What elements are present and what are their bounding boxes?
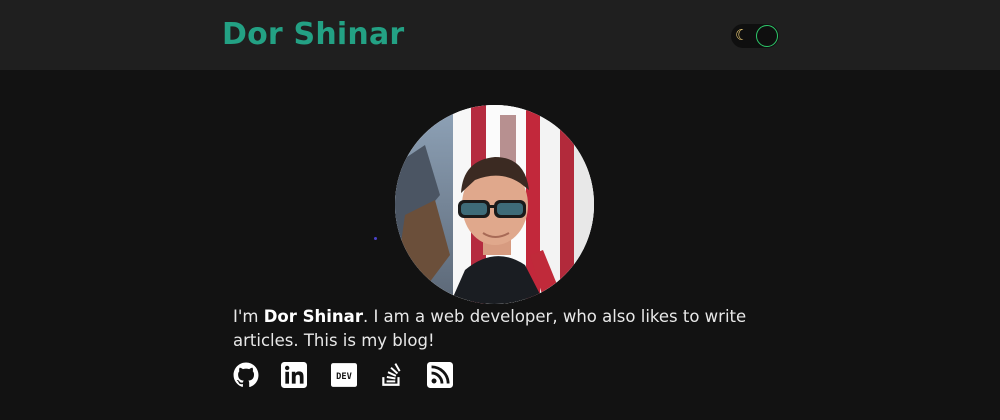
github-link[interactable] xyxy=(233,362,259,388)
site-title-link[interactable]: Dor Shinar xyxy=(222,17,404,52)
toggle-thumb xyxy=(756,25,778,47)
linkedin-link[interactable] xyxy=(281,362,307,388)
stackoverflow-icon xyxy=(382,363,401,386)
bio-prefix: I'm xyxy=(233,307,264,326)
stackoverflow-link[interactable] xyxy=(379,362,405,388)
theme-toggle[interactable]: ☾ xyxy=(731,24,779,48)
github-icon xyxy=(233,362,259,388)
moon-icon: ☾ xyxy=(735,27,749,44)
dev-icon: DEV xyxy=(331,363,357,387)
bio-name: Dor Shinar xyxy=(263,307,363,326)
decorative-dot xyxy=(374,237,377,240)
dev-icon-label: DEV xyxy=(336,372,352,382)
bio-text: I'm Dor Shinar. I am a web developer, wh… xyxy=(233,305,753,353)
linkedin-icon xyxy=(281,362,307,388)
avatar xyxy=(395,105,594,304)
rss-link[interactable] xyxy=(427,362,453,388)
avatar-photo xyxy=(395,105,594,304)
site-header: Dor Shinar ☾ xyxy=(0,0,1000,70)
dev-link[interactable]: DEV xyxy=(331,362,357,388)
rss-icon xyxy=(427,362,453,388)
